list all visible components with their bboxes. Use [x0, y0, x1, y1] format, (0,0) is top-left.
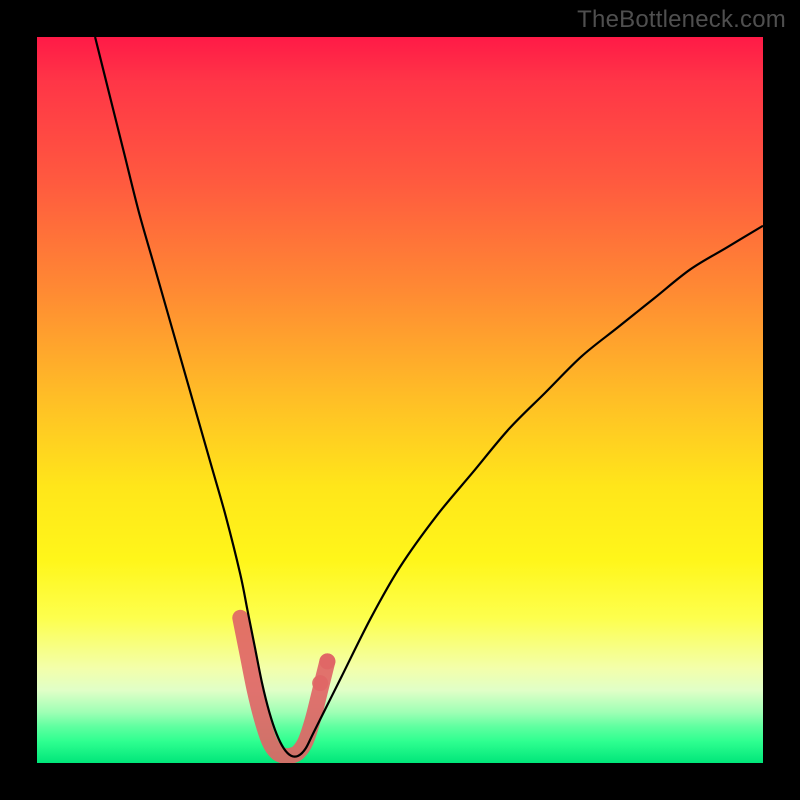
- chart-frame: TheBottleneck.com: [0, 0, 800, 800]
- bottleneck-curve: [95, 37, 763, 757]
- watermark-text: TheBottleneck.com: [577, 6, 786, 34]
- curve-layer: [37, 37, 763, 763]
- plot-area: [37, 37, 763, 763]
- optimal-zone-highlight: [240, 618, 335, 756]
